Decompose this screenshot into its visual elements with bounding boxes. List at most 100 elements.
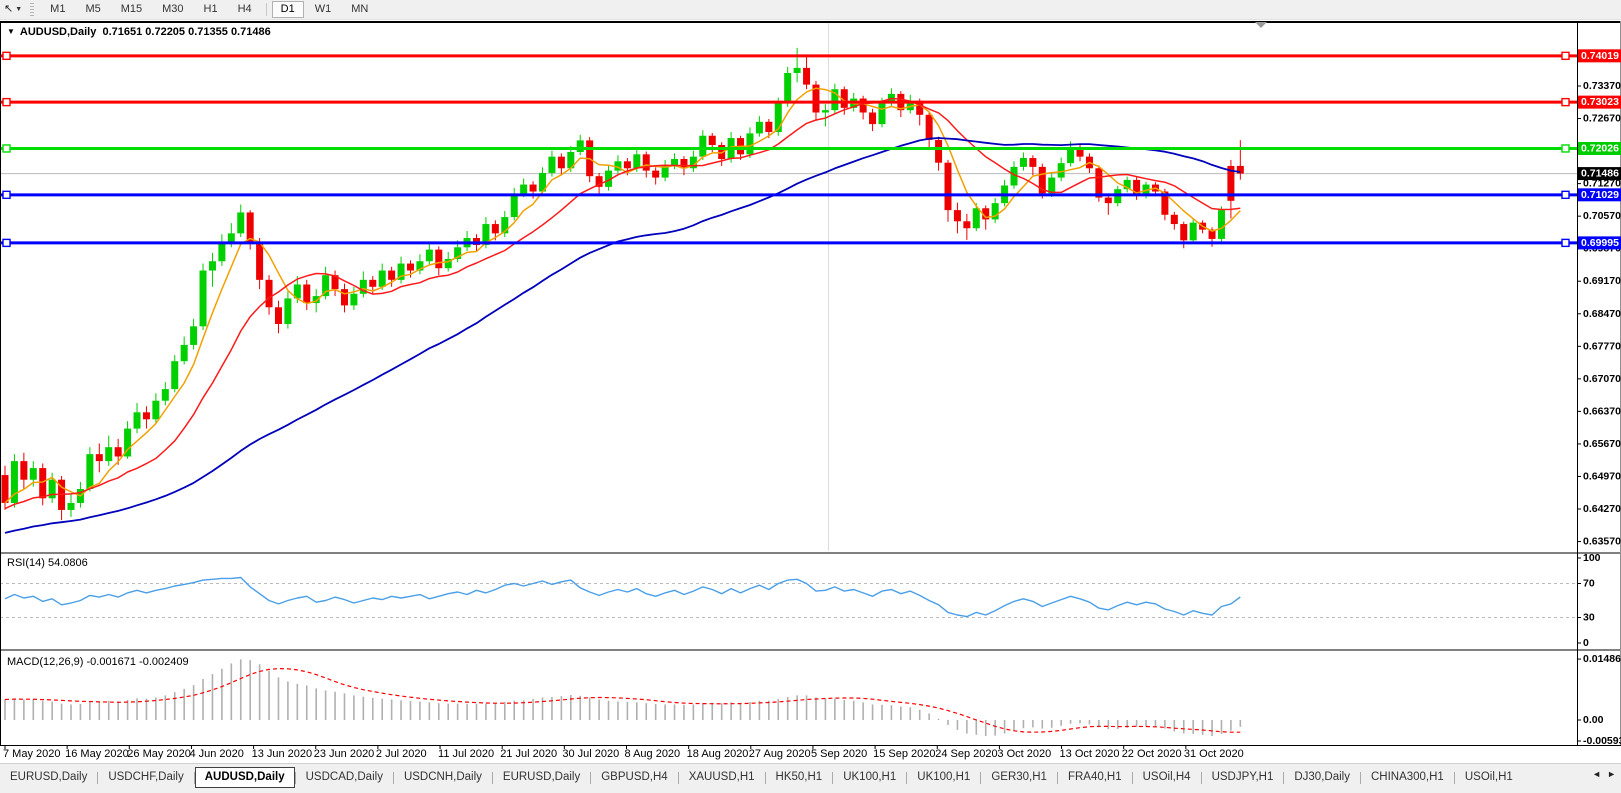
candle-body: [1020, 158, 1027, 167]
candle-body: [709, 136, 716, 145]
tab-audusd-daily[interactable]: AUDUSD,Daily: [195, 767, 295, 788]
line-handle[interactable]: [1562, 191, 1569, 198]
candle-body: [1029, 158, 1036, 167]
macd-indicator-label: MACD(12,26,9) -0.001671 -0.002409: [7, 656, 189, 668]
candle-body: [1180, 224, 1187, 240]
timeframe-button-m30[interactable]: M30: [153, 1, 192, 18]
macd-name: MACD(12,26,9): [7, 656, 83, 668]
tab-scroll-left-icon[interactable]: ◄: [1589, 769, 1604, 779]
chevron-down-icon[interactable]: ▼: [15, 6, 26, 13]
timeframe-button-m1[interactable]: M1: [41, 1, 74, 18]
horizontal-line-0.69995[interactable]: [0, 239, 1577, 246]
symbol-dropdown-icon[interactable]: ▼: [7, 27, 20, 36]
date-label: 4 Jun 2020: [189, 748, 243, 760]
rsi-value: 54.0806: [48, 557, 88, 569]
date-axis[interactable]: 7 May 202016 May 202026 May 20204 Jun 20…: [3, 746, 1244, 760]
tab-usoil-h1[interactable]: USOil,H1: [1455, 767, 1523, 788]
rsi-tick-label: 0: [1583, 637, 1589, 649]
price-tick-label: 0.67770: [1583, 340, 1621, 352]
tab-uk100-h1[interactable]: UK100,H1: [833, 767, 906, 788]
line-handle[interactable]: [3, 145, 10, 152]
candle-body: [1105, 198, 1112, 204]
macd-tick-label: 0.014861: [1583, 653, 1621, 665]
tab-usdchf-daily[interactable]: USDCHF,Daily: [98, 767, 193, 788]
date-label: 26 May 2020: [127, 748, 191, 760]
line-handle[interactable]: [1562, 239, 1569, 246]
price-tick-label: 0.68470: [1583, 308, 1621, 320]
tab-usoil-h4[interactable]: USOil,H4: [1133, 767, 1201, 788]
horizontal-line-0.74019[interactable]: [0, 52, 1577, 59]
timeframe-button-mn[interactable]: MN: [342, 1, 377, 18]
candle-body: [369, 280, 376, 287]
candle-body: [926, 115, 933, 140]
candle-body: [756, 122, 763, 134]
timeframe-button-h4[interactable]: H4: [229, 1, 261, 18]
price-tick-label: 0.66370: [1583, 405, 1621, 417]
tab-usdcad-daily[interactable]: USDCAD,Daily: [296, 767, 393, 788]
candle-body: [973, 208, 980, 228]
price-line-label-0.74019: 0.74019: [1578, 49, 1621, 62]
price-tick-label: 0.70570: [1583, 210, 1621, 222]
macd-tick-label: -0.005938: [1583, 735, 1621, 747]
timeframe-button-w1[interactable]: W1: [306, 1, 341, 18]
tab-dj30-daily[interactable]: DJ30,Daily: [1284, 767, 1360, 788]
cursor-icon[interactable]: ↖: [0, 1, 15, 18]
tab-uk100-h1[interactable]: UK100,H1: [907, 767, 980, 788]
price-tick-label: 0.67070: [1583, 373, 1621, 385]
tab-hk50-h1[interactable]: HK50,H1: [766, 767, 833, 788]
timeframe-button-d1[interactable]: D1: [272, 1, 304, 18]
moving-average-5: [5, 88, 1240, 503]
candle-body: [284, 298, 291, 324]
date-label: 23 Jun 2020: [314, 748, 375, 760]
candle-body: [492, 224, 499, 233]
tab-china300-h1[interactable]: CHINA300,H1: [1361, 767, 1454, 788]
rsi-name: RSI(14): [7, 557, 45, 569]
tab-gbpusd-h4[interactable]: GBPUSD,H4: [591, 767, 677, 788]
line-handle[interactable]: [1562, 52, 1569, 59]
candle-body: [1058, 163, 1065, 177]
candle-body: [388, 271, 395, 280]
line-handle[interactable]: [3, 191, 10, 198]
line-handle[interactable]: [1562, 145, 1569, 152]
candle-body: [86, 454, 93, 489]
candle-body: [1218, 210, 1225, 239]
candle-body: [143, 412, 150, 419]
horizontal-line-0.72026[interactable]: [0, 145, 1577, 152]
macd-main-value: -0.001671: [86, 656, 136, 668]
horizontal-line-0.71029[interactable]: [0, 191, 1577, 198]
timeframe-button-h1[interactable]: H1: [195, 1, 227, 18]
tab-xauusd-h1[interactable]: XAUUSD,H1: [679, 767, 765, 788]
candle-body: [624, 161, 631, 168]
tab-usdjpy-h1[interactable]: USDJPY,H1: [1202, 767, 1284, 788]
rsi-indicator-label: RSI(14) 54.0806: [7, 557, 88, 569]
date-label: 30 Jul 2020: [562, 748, 619, 760]
candle-body: [935, 140, 942, 163]
candle-body: [341, 289, 348, 305]
line-handle[interactable]: [3, 239, 10, 246]
candle-body: [171, 361, 178, 389]
line-handle[interactable]: [3, 52, 10, 59]
timeframe-toolbar: ↖ ▼ M1M5M15M30H1H4 D1W1MN: [0, 0, 1621, 20]
line-handle[interactable]: [3, 99, 10, 106]
chart-shift-marker[interactable]: [1255, 22, 1267, 28]
line-handle[interactable]: [1562, 99, 1569, 106]
chart-canvas[interactable]: 0.733700.726700.719700.712700.705700.698…: [0, 0, 1621, 763]
tab-scroll-right-icon[interactable]: ►: [1604, 769, 1619, 779]
tab-fra40-h1[interactable]: FRA40,H1: [1058, 767, 1132, 788]
macd-panel-separator[interactable]: [0, 649, 1621, 651]
candle-body: [803, 68, 810, 85]
price-line-label-0.69995: 0.69995: [1578, 236, 1621, 249]
tab-usdcnh-daily[interactable]: USDCNH,Daily: [394, 767, 492, 788]
timeframe-button-m5[interactable]: M5: [76, 1, 109, 18]
price-tick-label: 0.63570: [1583, 536, 1621, 548]
tab-eurusd-daily[interactable]: EURUSD,Daily: [493, 767, 590, 788]
rsi-panel-separator[interactable]: [0, 552, 1621, 554]
tab-eurusd-daily[interactable]: EURUSD,Daily: [0, 767, 97, 788]
candle-body: [558, 157, 565, 169]
candle-body: [266, 280, 273, 307]
tab-ger30-h1[interactable]: GER30,H1: [981, 767, 1057, 788]
timeframe-button-m15[interactable]: M15: [112, 1, 151, 18]
candle-body: [746, 133, 753, 154]
toolbar-grip[interactable]: [30, 3, 34, 16]
candle-body: [181, 345, 188, 361]
